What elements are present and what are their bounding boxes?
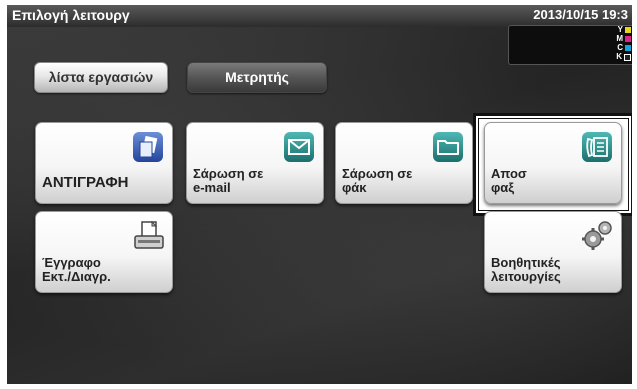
toner-letter-c: C <box>617 43 623 52</box>
gears-icon <box>582 221 612 250</box>
scan-to-folder-button[interactable]: Σάρωση σε φάκ <box>335 122 473 204</box>
copy-label: ΑΝΤΙΓΡΑΦΗ <box>42 174 129 191</box>
fax-label: Αποσ φαξ <box>491 166 527 195</box>
envelope-icon <box>284 132 314 162</box>
toner-bar-y <box>625 27 631 33</box>
title-bar: Επιλογή λειτουργ 2013/10/15 19:3 <box>7 5 632 27</box>
toner-letter-k: K <box>616 52 622 61</box>
user-box-button[interactable]: Έγγραφο Εκτ./Διαγρ. <box>35 211 173 293</box>
toner-bar-c <box>625 45 631 51</box>
user-box-label: Έγγραφο Εκτ./Διαγρ. <box>42 255 111 284</box>
toner-bar-k <box>624 53 631 61</box>
toner-letter-m: M <box>616 34 623 43</box>
tab-job-list[interactable]: λίστα εργασιών <box>34 62 168 93</box>
toner-row-k: K <box>616 53 631 61</box>
toner-row-c: C <box>617 44 631 52</box>
fax-icon <box>582 132 612 162</box>
fax-button[interactable]: Αποσ φαξ <box>484 122 622 204</box>
page-title: Επιλογή λειτουργ <box>12 7 130 23</box>
utility-label: Βοηθητικές λειτουργίες <box>491 255 561 284</box>
control-panel: Επιλογή λειτουργ 2013/10/15 19:3 Y M C K… <box>7 5 632 384</box>
scan-to-email-button[interactable]: Σάρωση σε e-mail <box>186 122 324 204</box>
screen: Επιλογή λειτουργ 2013/10/15 19:3 Y M C K… <box>0 0 637 389</box>
copy-icon <box>133 132 163 162</box>
tab-counter[interactable]: Μετρητής <box>187 62 327 93</box>
toner-letter-y: Y <box>617 25 623 34</box>
utility-button[interactable]: Βοηθητικές λειτουργίες <box>484 211 622 293</box>
datetime-display: 2013/10/15 19:3 <box>533 7 628 22</box>
toner-row-y: Y <box>618 26 631 34</box>
toner-row-m: M <box>616 35 631 43</box>
scan-to-folder-label: Σάρωση σε φάκ <box>342 166 413 195</box>
scan-to-email-label: Σάρωση σε e-mail <box>193 166 264 195</box>
toner-bar-m <box>625 36 631 42</box>
toner-level-indicator: Y M C K <box>508 25 632 65</box>
folder-icon <box>433 132 463 162</box>
copy-button[interactable]: ΑΝΤΙΓΡΑΦΗ <box>35 122 173 204</box>
printer-icon <box>134 220 164 249</box>
